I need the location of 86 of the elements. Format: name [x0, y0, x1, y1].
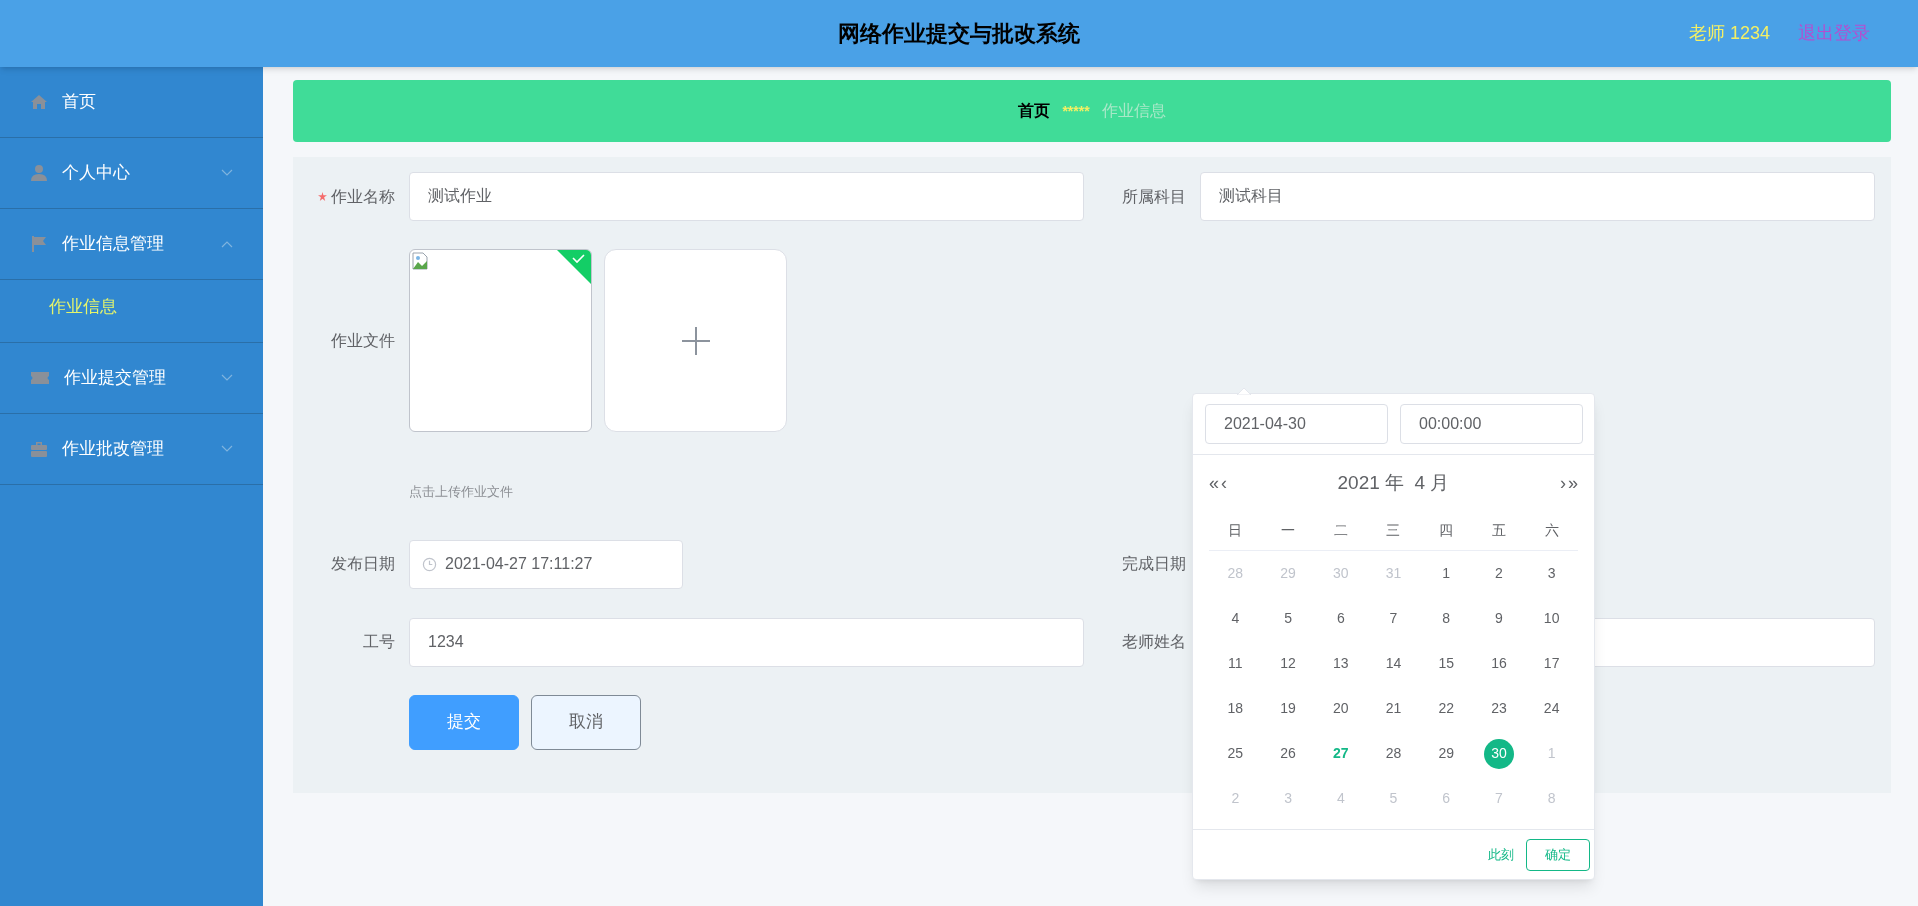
field-label: 工号	[363, 632, 395, 652]
sidebar-label: 首页	[62, 91, 96, 114]
field-label: 作业名称	[331, 186, 395, 207]
flag-icon	[30, 235, 48, 253]
cancel-button[interactable]: 取消	[531, 694, 641, 750]
calendar-day[interactable]: 20	[1325, 693, 1356, 724]
next-month-button[interactable]: ›	[1560, 474, 1566, 492]
plus-icon	[680, 325, 711, 356]
sidebar-item[interactable]: 作业批改管理	[0, 414, 263, 485]
text-field[interactable]: 1234	[409, 617, 1084, 667]
sidebar-label: 作业信息管理	[62, 233, 164, 256]
text-field[interactable]: 测试科目	[1200, 172, 1875, 221]
breadcrumb-link[interactable]: 首页	[1018, 99, 1051, 123]
calendar-day[interactable]: 8	[1431, 603, 1462, 634]
calendar-day[interactable]: 28	[1378, 738, 1409, 769]
weekday-label: 二	[1314, 511, 1368, 551]
calendar-day[interactable]: 7	[1378, 603, 1409, 634]
weekday-label: 三	[1367, 511, 1420, 551]
chevron-icon	[221, 169, 233, 177]
field-label: 发布日期	[331, 554, 395, 574]
date-time-field[interactable]: 2021-04-27 17:11:27	[409, 539, 683, 589]
calendar-day[interactable]: 19	[1273, 693, 1304, 724]
chevron-icon	[221, 374, 233, 382]
calendar-day[interactable]: 12	[1273, 648, 1304, 679]
user-label: 老师 1234	[1688, 22, 1770, 45]
field-value: 2021-04-27 17:11:27	[445, 554, 593, 574]
calendar-day[interactable]: 6	[1325, 603, 1356, 634]
weekday-label: 五	[1472, 511, 1526, 551]
calendar-day[interactable]: 9	[1483, 603, 1514, 634]
calendar-day[interactable]: 25	[1220, 738, 1251, 769]
calendar-day[interactable]: 23	[1483, 693, 1514, 724]
home-icon	[30, 93, 48, 111]
calendar-day[interactable]: 24	[1536, 693, 1567, 724]
field-label: 老师姓名	[1122, 632, 1186, 652]
sidebar-item[interactable]: 作业提交管理	[0, 343, 263, 414]
chevron-icon	[221, 445, 233, 453]
ticket-icon	[30, 369, 50, 387]
calendar-day[interactable]: 4	[1220, 603, 1251, 634]
briefcase-icon	[30, 440, 48, 458]
sidebar-label: 个人中心	[62, 162, 130, 185]
weekday-label: 六	[1525, 511, 1578, 551]
field-label: 作业文件	[331, 330, 395, 351]
calendar-day[interactable]: 13	[1325, 648, 1356, 679]
user-icon	[30, 164, 48, 182]
upload-button[interactable]	[604, 249, 787, 432]
next-year-button[interactable]: »	[1568, 474, 1578, 492]
clock-icon	[422, 556, 437, 572]
weekday-label: 日	[1209, 511, 1262, 551]
upload-hint: 点击上传作业文件	[409, 483, 513, 501]
breadcrumb-separator: *****	[1062, 101, 1090, 121]
time-field[interactable]: 00:00:00	[1400, 404, 1583, 444]
field-label: 所属科目	[1122, 186, 1186, 207]
chevron-icon	[221, 240, 233, 248]
calendar-day[interactable]: 18	[1220, 693, 1251, 724]
field-label: 完成日期	[1122, 554, 1186, 574]
calendar-day[interactable]: 2	[1483, 558, 1514, 589]
calendar-day[interactable]: 11	[1220, 648, 1251, 679]
sidebar-item[interactable]: 个人中心	[0, 138, 263, 209]
calendar-title: 2021 年 4 月	[1336, 470, 1451, 495]
calendar-day[interactable]: 1	[1431, 558, 1462, 589]
sidebar-label: 作业批改管理	[62, 438, 164, 461]
calendar-day[interactable]: 22	[1431, 693, 1462, 724]
calendar-day[interactable]: 15	[1431, 648, 1462, 679]
weekday-label: 四	[1419, 511, 1473, 551]
calendar-day[interactable]: 29	[1431, 738, 1462, 769]
sidebar-item[interactable]: 首页	[0, 67, 263, 138]
uploaded-file-tile[interactable]	[409, 249, 592, 432]
calendar-day[interactable]: 26	[1273, 738, 1304, 769]
calendar-day[interactable]: 21	[1378, 693, 1409, 724]
previous-month-button[interactable]: ‹	[1221, 474, 1227, 492]
text-field[interactable]: 测试作业	[409, 172, 1084, 221]
weekday-label: 一	[1261, 511, 1315, 551]
sidebar-subitem[interactable]: 作业信息	[0, 280, 263, 334]
calendar-day[interactable]: 14	[1378, 648, 1409, 679]
broken-image-icon	[412, 252, 428, 270]
sidebar-item[interactable]: 作业信息管理	[0, 209, 263, 280]
previous-year-button[interactable]: «	[1209, 474, 1219, 492]
app-title: 网络作业提交与批改系统	[838, 20, 1080, 48]
calendar-day[interactable]: 17	[1536, 648, 1567, 679]
calendar-day[interactable]: 16	[1483, 648, 1514, 679]
sidebar-label: 作业提交管理	[64, 367, 166, 390]
breadcrumb-current: 作业信息	[1101, 101, 1166, 121]
calendar-day[interactable]: 10	[1536, 603, 1567, 634]
calendar-day[interactable]: 5	[1273, 603, 1304, 634]
calendar-day[interactable]: 3	[1536, 558, 1567, 589]
date-field[interactable]: 2021-04-30	[1205, 404, 1388, 444]
